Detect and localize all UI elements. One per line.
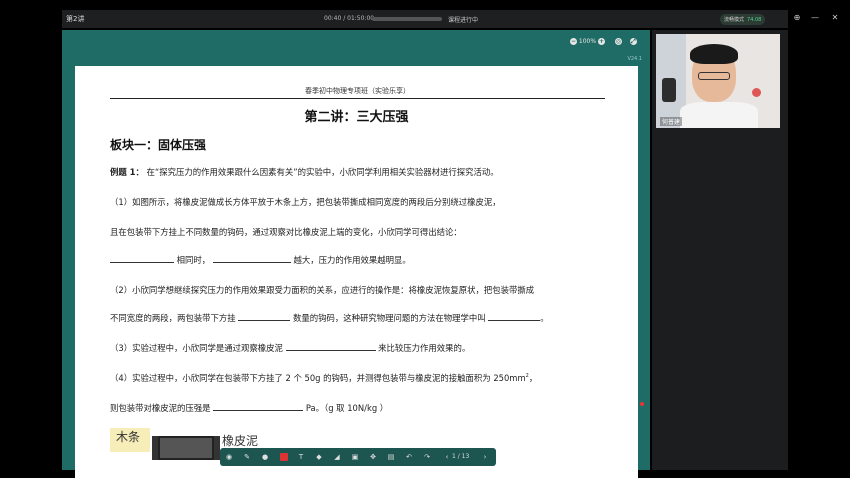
app-title: 第2讲	[66, 15, 85, 23]
q4-text-b: ，	[528, 373, 538, 383]
q4-text-d: Pa。（g 取 10N/kg ）	[305, 403, 389, 413]
camera-backdrop-item	[662, 78, 676, 102]
zoom-out-icon[interactable]: −	[570, 38, 577, 45]
answer-blank	[285, 343, 376, 351]
q1-line2: 且在包装带下方挂上不同数量的钩码，通过观察对比橡皮泥上端的变化，小欣同学可得出结…	[110, 227, 462, 237]
network-mode-pill[interactable]: 流畅模式 74.08	[720, 14, 766, 25]
answer-blank	[238, 313, 291, 321]
recording-indicator	[640, 402, 644, 406]
q4-text-c: 则包装带对橡皮泥的压强是	[110, 403, 211, 413]
q3-line: （3）实验过程中，小欣同学是通过观察橡皮泥 来比较压力作用效果的。	[110, 342, 470, 354]
fit-icon[interactable]: ◎	[614, 38, 622, 45]
move-icon[interactable]: ✥	[368, 452, 378, 462]
playback-time: 00:40 / 01:50:00	[324, 15, 375, 22]
q4-line1: （4）实验过程中，小欣同学在包装带下方挂了 2 个 50g 的钩码，并测得包装带…	[110, 372, 537, 384]
document-page: 春季初中物理专项班（实验乐享） 第二讲：三大压强 板块一：固体压强 例题 1： …	[75, 66, 638, 478]
q1-text-a: 相同时，	[176, 255, 211, 265]
q3-text-a: （3）实验过程中，小欣同学是通过观察橡皮泥	[110, 343, 283, 353]
mode-label: 流畅模式	[724, 17, 745, 23]
q2-line1: （2）小欣同学想继续探究压力的作用效果跟受力面积的关系，应进行的操作是：将橡皮泥…	[110, 285, 535, 295]
q2-line2: 不同宽度的两段，两包装带下方挂 数量的钩码，这种研究物理问题的方法在物理学中叫 …	[110, 312, 549, 324]
teacher-shirt	[680, 102, 758, 128]
answer-blank	[488, 313, 541, 321]
clay-block	[158, 436, 214, 460]
q2-text-a: 不同宽度的两段，两包装带下方挂	[110, 313, 236, 323]
q3-text-b: 来比较压力作用效果的。	[378, 343, 471, 353]
q4-line2: 则包装带对橡皮泥的压强是 Pa。（g 取 10N/kg ）	[110, 402, 388, 414]
minimize-icon[interactable]: —	[810, 13, 820, 22]
playback-progress-bar[interactable]	[372, 17, 442, 21]
example-line: 例题 1： 在“探究压力的作用效果跟什么因素有关”的实验中，小欣同学利用相关实验…	[110, 166, 499, 178]
teacher-glasses	[698, 72, 730, 80]
version-label: V24.1	[627, 56, 642, 62]
network-speed: 74.08	[747, 17, 762, 23]
wood-strip-label: 木条	[110, 428, 150, 452]
text-icon[interactable]: T	[296, 452, 306, 462]
q1-line1: （1）如图所示，将橡皮泥做成长方体平放于木条上方，把包装带撕成相同宽度的两段后分…	[110, 197, 501, 207]
zoom-level: 100%	[578, 38, 597, 45]
page-current[interactable]: 1	[452, 453, 456, 460]
stage-top-bar: − 100% + ◎ ⤢	[62, 30, 650, 54]
clay-label: 橡皮泥	[222, 434, 259, 448]
course-header: 春季初中物理专项班（实验乐享）	[305, 87, 410, 95]
answer-blank	[213, 403, 304, 411]
header-divider	[110, 98, 605, 99]
example-label: 例题 1：	[110, 167, 144, 177]
teacher-camera[interactable]: 何普建	[656, 34, 780, 128]
answer-blank	[212, 255, 291, 263]
example-text: 在“探究压力的作用效果跟什么因素有关”的实验中，小欣同学利用相关实验器材进行探究…	[146, 167, 499, 177]
next-page-icon[interactable]: ›	[480, 452, 490, 462]
color-swatch-icon[interactable]	[280, 453, 288, 461]
highlight-icon[interactable]: ▣	[350, 452, 360, 462]
section-title: 板块一：固体压强	[110, 138, 207, 152]
shape-icon[interactable]: ◆	[314, 452, 324, 462]
q1-line3: 相同时， 越大，压力的作用效果越明显。	[110, 254, 411, 266]
pointer-icon[interactable]: ◉	[224, 452, 234, 462]
camera-decoration	[752, 88, 761, 97]
annotation-toolbar: ◉ ✎ ● T ◆ ◢ ▣ ✥ ▤ ↶ ↷ ‹ 1 / 13 ›	[220, 448, 496, 466]
zoom-controls: − 100% + ◎ ⤢	[570, 38, 637, 45]
answer-blank	[110, 255, 174, 263]
right-panel: 何普建	[652, 30, 788, 470]
q4-text-a: （4）实验过程中，小欣同学在包装带下方挂了 2 个 50g 的钩码，并测得包装带…	[110, 373, 526, 383]
undo-icon[interactable]: ↶	[404, 452, 414, 462]
close-icon[interactable]: ✕	[830, 13, 840, 22]
lecture-title: 第二讲：三大压强	[304, 110, 409, 125]
class-status: 课程进行中	[448, 17, 479, 24]
teacher-name: 何普建	[660, 117, 683, 126]
app-title-bar: 第2讲 00:40 / 01:50:00 课程进行中 流畅模式 74.08 ⊕ —…	[62, 10, 838, 28]
brush-icon[interactable]: ●	[260, 452, 270, 462]
q1-text-b: 越大，压力的作用效果越明显。	[293, 255, 411, 265]
expand-icon[interactable]: ⤢	[629, 38, 637, 45]
zoom-in-icon[interactable]: +	[598, 38, 605, 45]
delete-icon[interactable]: ▤	[386, 452, 396, 462]
redo-icon[interactable]: ↷	[422, 452, 432, 462]
q2-text-b: 数量的钩码，这种研究物理问题的方法在物理学中叫	[292, 313, 486, 323]
teacher-hair	[690, 44, 738, 64]
q2-text-c: 。	[540, 313, 549, 323]
page-indicator: 1 / 13	[452, 453, 469, 460]
teaching-stage: − 100% + ◎ ⤢ V24.1 春季初中物理专项班（实验乐享） 第二讲：三…	[62, 30, 650, 478]
eraser-icon[interactable]: ◢	[332, 452, 342, 462]
zoom-icon[interactable]: ⊕	[792, 13, 802, 22]
prev-page-icon[interactable]: ‹	[442, 452, 452, 462]
pen-icon[interactable]: ✎	[242, 452, 252, 462]
page-total: / 13	[457, 453, 470, 460]
